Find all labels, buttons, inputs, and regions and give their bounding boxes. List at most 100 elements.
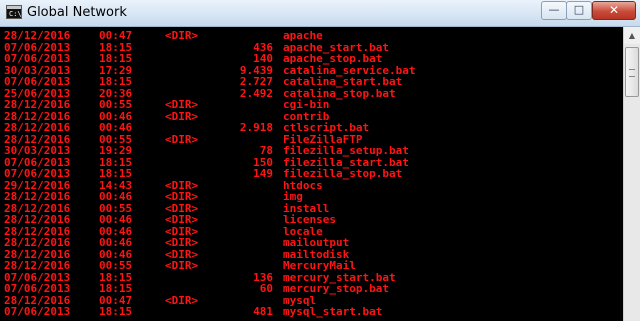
listing-name: MercuryMail: [283, 259, 356, 272]
listing-time: 00:46: [99, 121, 133, 134]
scroll-up-icon[interactable]: ▲: [624, 27, 640, 44]
listing-name: contrib: [283, 109, 330, 123]
listing-row: 28/12/2016 00:46 <DIR> img: [0, 191, 623, 202]
listing-date: 28/12/2016: [4, 201, 71, 215]
maximize-button[interactable]: □: [566, 1, 592, 20]
listing-time: 18:15: [99, 52, 133, 65]
minimize-button[interactable]: —: [541, 1, 567, 20]
listing-dir-marker: <DIR>: [165, 98, 199, 111]
listing-date: 28/12/2016: [4, 293, 71, 307]
listing-row: 29/12/2016 14:43 <DIR> htdocs: [0, 180, 623, 191]
listing-date: 07/06/2013: [4, 155, 71, 169]
listing-time: 00:46: [99, 109, 133, 123]
listing-name: catalina_start.bat: [283, 75, 403, 88]
listing-date: 28/12/2016: [4, 121, 71, 134]
listing-size: 2.492: [239, 86, 273, 100]
listing-date: 07/06/2013: [4, 52, 71, 65]
listing-row: 28/12/2016 00:46 <DIR> mailtodisk: [0, 249, 623, 260]
listing-dir-marker: <DIR>: [165, 132, 199, 146]
listing-date: 07/06/2013: [4, 282, 71, 295]
listing-time: 00:47: [99, 293, 133, 307]
listing-row: 28/12/2016 00:55 <DIR> install: [0, 203, 623, 214]
listing-name: htdocs: [283, 178, 323, 192]
listing-dir-marker: <DIR>: [165, 247, 199, 261]
listing-row: 07/06/2013 18:15 60 mercury_stop.bat: [0, 283, 623, 294]
listing-row: 07/06/2013 18:15 436 apache_start.bat: [0, 42, 623, 53]
listing-name: install: [283, 201, 330, 215]
listing-time: 18:15: [99, 75, 133, 88]
listing-time: 18:15: [99, 167, 133, 180]
listing-date: 28/12/2016: [4, 190, 71, 203]
close-button[interactable]: ✕: [592, 1, 636, 20]
listing-time: 00:47: [99, 29, 133, 42]
listing-time: 00:55: [99, 259, 133, 272]
listing-date: 28/12/2016: [4, 132, 71, 146]
listing-date: 29/12/2016: [4, 178, 71, 192]
title-bar[interactable]: C:\ Global Network — □ ✕: [0, 0, 640, 27]
listing-name: mailoutput: [283, 236, 350, 249]
listing-row: 28/12/2016 00:46 <DIR> locale: [0, 226, 623, 237]
listing-date: 07/06/2013: [4, 305, 71, 318]
listing-row: 28/12/2016 00:46 <DIR> licenses: [0, 214, 623, 225]
listing-size: 2.727: [239, 75, 273, 88]
console-icon[interactable]: C:\: [6, 5, 22, 19]
listing-time: 00:46: [99, 224, 133, 238]
listing-dir-marker: <DIR>: [165, 293, 199, 307]
listing-time: 18:15: [99, 305, 133, 318]
listing-time: 00:46: [99, 247, 133, 261]
listing-time: 18:15: [99, 155, 133, 169]
console-icon-glyph: C:\: [9, 10, 22, 18]
listing-size: 136: [253, 270, 273, 284]
listing-date: 28/12/2016: [4, 247, 71, 261]
listing-name: filezilla_setup.bat: [283, 144, 409, 157]
listing-name: img: [283, 190, 303, 203]
vertical-scrollbar[interactable]: ▲: [623, 27, 640, 321]
listing-date: 07/06/2013: [4, 167, 71, 180]
listing-dir-marker: <DIR>: [165, 236, 199, 249]
listing-time: 00:46: [99, 236, 133, 249]
listing-size: 436: [253, 40, 273, 54]
listing-name: apache: [283, 29, 323, 42]
listing-time: 00:55: [99, 98, 133, 111]
listing-name: licenses: [283, 213, 336, 226]
listing-name: locale: [283, 224, 323, 238]
listing-dir-marker: <DIR>: [165, 259, 199, 272]
listing-date: 28/12/2016: [4, 224, 71, 238]
listing-name: cgi-bin: [283, 98, 330, 111]
listing-dir-marker: <DIR>: [165, 109, 199, 123]
listing-row: 25/06/2013 20:36 2.492 catalina_stop.bat: [0, 88, 623, 99]
listing-date: 30/03/2013: [4, 144, 71, 157]
listing-time: 19:29: [99, 144, 133, 157]
listing-date: 28/12/2016: [4, 98, 71, 111]
listing-date: 25/06/2013: [4, 86, 71, 100]
listing-row: 07/06/2013 18:15 149 filezilla_stop.bat: [0, 168, 623, 179]
console-window: C:\ Global Network — □ ✕ 28/12/2016 00:47…: [0, 0, 640, 321]
listing-time: 00:46: [99, 190, 133, 203]
listing-row: 07/06/2013 18:15 140 apache_stop.bat: [0, 53, 623, 64]
listing-dir-marker: <DIR>: [165, 190, 199, 203]
listing-name: mysql: [283, 293, 317, 307]
listing-size: 78: [259, 144, 273, 157]
listing-name: filezilla_stop.bat: [283, 167, 403, 180]
listing-name: mercury_start.bat: [283, 270, 396, 284]
listing-date: 28/12/2016: [4, 259, 71, 272]
listing-size: 2.918: [239, 121, 273, 134]
scrollbar-thumb[interactable]: [625, 47, 639, 97]
listing-date: 28/12/2016: [4, 236, 71, 249]
listing-time: 00:55: [99, 132, 133, 146]
listing-time: 18:15: [99, 40, 133, 54]
grip-icon: [629, 69, 635, 77]
listing-dir-marker: <DIR>: [165, 29, 199, 42]
listing-row: 28/12/2016 00:46 2.918 ctlscript.bat: [0, 122, 623, 133]
listing-row: 28/12/2016 00:47 <DIR> apache: [0, 30, 623, 41]
listing-name: filezilla_start.bat: [283, 155, 409, 169]
listing-name: mysql_start.bat: [283, 305, 383, 318]
listing-name: catalina_stop.bat: [283, 86, 396, 100]
listing-row: 30/03/2013 19:29 78 filezilla_setup.bat: [0, 145, 623, 156]
listing-row: 30/03/2013 17:29 9.439 catalina_service.bat: [0, 65, 623, 76]
listing-name: FileZillaFTP: [283, 132, 363, 146]
listing-row: 07/06/2013 18:15 150 filezilla_start.bat: [0, 157, 623, 168]
listing-time: 18:15: [99, 270, 133, 284]
listing-size: 60: [259, 282, 273, 295]
console-output[interactable]: 28/12/2016 00:47 <DIR> apache 07/06/2013 18:1…: [0, 27, 623, 321]
